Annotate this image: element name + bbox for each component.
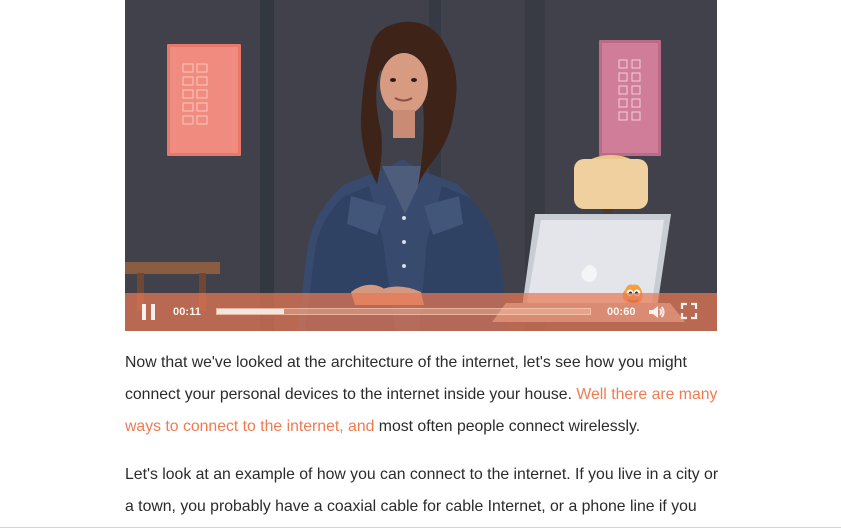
duration-time: 00:60 (607, 306, 636, 318)
fullscreen-icon[interactable] (680, 302, 698, 320)
video-controls: 00:11 00:60 (125, 293, 717, 331)
article-paragraph-2: Let's look at an example of how you can … (125, 459, 725, 523)
article-text: Let's look at an example of how you can … (125, 466, 719, 515)
page: 00:11 00:60 Now that we've looked at the… (0, 0, 841, 528)
video-player[interactable]: 00:11 00:60 (125, 0, 717, 331)
pause-icon (142, 304, 146, 320)
article-paragraph-1: Now that we've looked at the architectur… (125, 347, 725, 443)
pause-icon (151, 304, 155, 320)
progress-bar[interactable] (216, 308, 591, 315)
progress-fill (217, 309, 285, 314)
article-text: most often people connect wirelessly. (374, 418, 641, 435)
pause-button[interactable] (141, 304, 159, 320)
volume-icon[interactable] (647, 303, 665, 321)
current-time: 00:11 (173, 306, 202, 318)
